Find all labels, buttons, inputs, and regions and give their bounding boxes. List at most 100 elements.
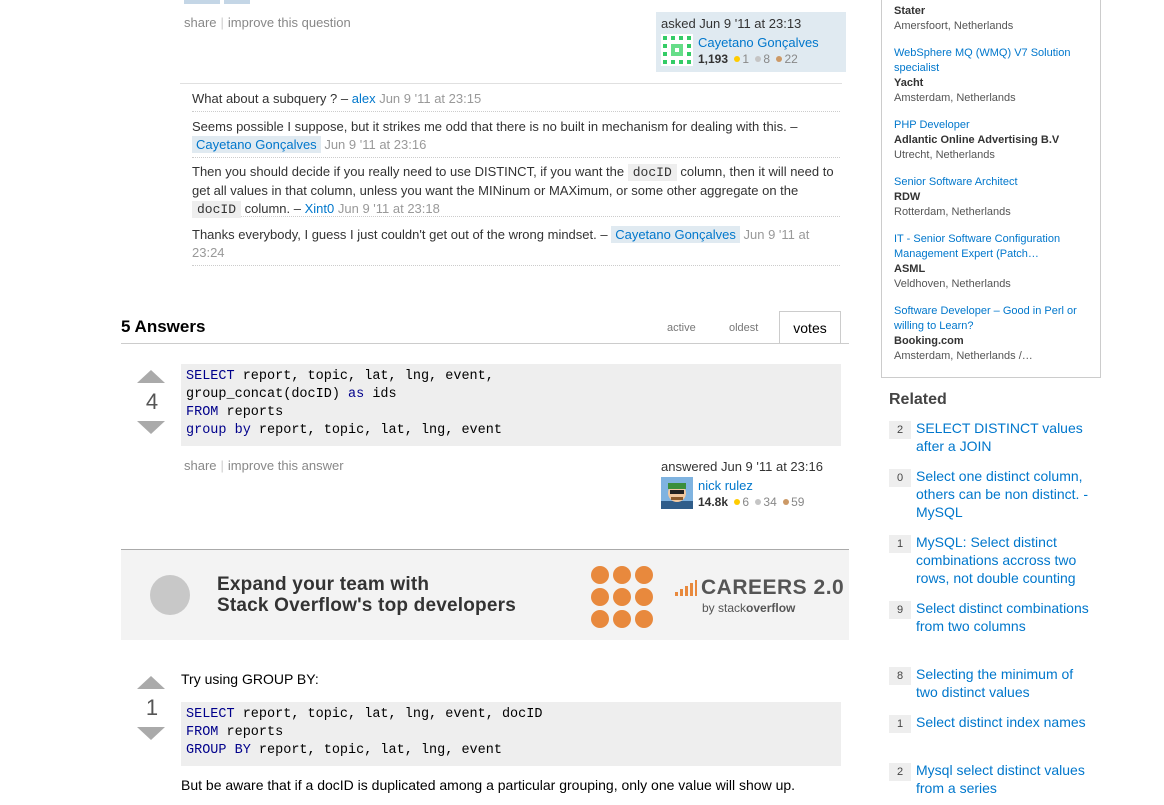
code-text: report, topic, lat, lng, event: [250, 743, 502, 758]
tab-votes[interactable]: votes: [779, 311, 841, 344]
code-line: group by report, topic, lat, lng, event: [186, 422, 836, 440]
user-avatar[interactable]: [661, 34, 693, 66]
job-location: Amsterdam, Netherlands /…: [894, 350, 1033, 362]
careers-ad-banner[interactable]: Expand your team with Stack Overflow's t…: [121, 549, 849, 640]
answer-1-post-menu: share | improve this answer: [184, 458, 344, 473]
ad-line-1: Expand your team with: [217, 574, 430, 595]
upvote-button[interactable]: [137, 676, 165, 689]
code-keyword: SELECT: [186, 369, 235, 384]
careers-brand: CAREERS 2.0: [701, 576, 845, 599]
comment-user-link[interactable]: alex: [352, 91, 376, 106]
job-listing[interactable]: Senior Software Architect RDW Rotterdam,…: [894, 175, 1090, 220]
tab-oldest[interactable]: oldest: [729, 322, 758, 334]
related-link[interactable]: Selecting the minimum of two distinct va…: [916, 665, 1096, 701]
jobs-box: Stater Amersfoort, Netherlands WebSphere…: [881, 0, 1101, 378]
related-score: 2: [889, 421, 911, 439]
comment-text: What about a subquery ? –: [192, 91, 352, 106]
menu-separator: |: [220, 458, 224, 473]
related-link[interactable]: Select distinct combinations from two co…: [916, 599, 1096, 635]
downvote-button[interactable]: [137, 727, 165, 740]
job-listing[interactable]: Software Developer – Good in Perl or wil…: [894, 304, 1090, 364]
job-company: Adlantic Online Advertising B.V: [894, 134, 1060, 146]
user-reputation: 14.8k 6 34 59: [698, 495, 804, 509]
job-company: Booking.com: [894, 335, 964, 347]
code-line: group_concat(docID) as ids: [186, 386, 836, 404]
careers-sub: by stackoverflow: [702, 601, 796, 615]
comment-item: Thanks everybody, I guess I just couldn'…: [192, 226, 840, 266]
top-edge-buttons: [184, 0, 250, 4]
answer-1-vote-cell: 4: [136, 370, 168, 440]
job-listing[interactable]: PHP Developer Adlantic Online Advertisin…: [894, 118, 1090, 163]
user-name-link[interactable]: nick rulez: [698, 478, 753, 493]
job-title-link[interactable]: Software Developer – Good in Perl or wil…: [894, 304, 1090, 334]
downvote-button[interactable]: [137, 421, 165, 434]
comment-date: Jun 9 '11 at 23:18: [337, 201, 440, 216]
question-comments: What about a subquery ? – alex Jun 9 '11…: [180, 83, 842, 268]
inline-code: docID: [192, 201, 242, 218]
job-location: Veldhoven, Netherlands: [894, 278, 1011, 290]
related-score: 9: [889, 601, 911, 619]
inline-code: docID: [627, 164, 677, 181]
code-text: ids: [364, 387, 397, 402]
related-link[interactable]: Select distinct index names: [916, 713, 1096, 731]
code-keyword: group by: [186, 423, 251, 438]
code-text: report, topic, lat, lng, event, docID: [234, 707, 543, 722]
share-link[interactable]: share: [184, 458, 217, 473]
tab-active[interactable]: active: [667, 322, 696, 334]
answer-2-vote-cell: 1: [136, 676, 168, 746]
code-line: SELECT report, topic, lat, lng, event,: [186, 368, 836, 386]
rep-score: 1,193: [698, 52, 729, 66]
answer-2-outro: But be aware that if a docID is duplicat…: [181, 777, 796, 793]
question-owner-signature: asked Jun 9 '11 at 23:13 Cayetano Gonçal…: [656, 12, 846, 72]
job-location: Utrecht, Netherlands: [894, 149, 995, 161]
related-link[interactable]: MySQL: Select distinct combinations accr…: [916, 533, 1096, 587]
job-title-link[interactable]: WebSphere MQ (WMQ) V7 Solution specialis…: [894, 46, 1090, 76]
tag-remnant: [224, 0, 250, 4]
ad-headline: Expand your team with Stack Overflow's t…: [217, 574, 516, 616]
related-link[interactable]: SELECT DISTINCT values after a JOIN: [916, 419, 1096, 455]
comment-user-link[interactable]: Xint0: [305, 201, 335, 216]
job-title-link[interactable]: IT - Senior Software Configuration Manag…: [894, 232, 1090, 262]
improve-question-link[interactable]: improve this question: [228, 15, 351, 30]
code-line: FROM reports: [186, 404, 836, 422]
upvote-button[interactable]: [137, 370, 165, 383]
comment-date: Jun 9 '11 at 23:15: [379, 91, 482, 106]
improve-answer-link[interactable]: improve this answer: [228, 458, 344, 473]
code-keyword: as: [348, 387, 365, 402]
code-line: FROM reports: [186, 724, 836, 742]
ad-dots-graphic: [591, 566, 655, 630]
comment-user-link[interactable]: Cayetano Gonçalves: [611, 226, 740, 243]
comment-item: What about a subquery ? – alex Jun 9 '11…: [192, 90, 840, 112]
job-title-link[interactable]: PHP Developer: [894, 118, 1090, 133]
job-location: Rotterdam, Netherlands: [894, 206, 1011, 218]
answers-count: 5 Answers: [121, 317, 206, 336]
job-title-link[interactable]: Senior Software Architect: [894, 175, 1090, 190]
user-name-link[interactable]: Cayetano Gonçalves: [698, 35, 819, 50]
comment-text: Thanks everybody, I guess I just couldn'…: [192, 227, 612, 242]
vote-count: 4: [145, 389, 159, 414]
share-link[interactable]: share: [184, 15, 217, 30]
job-listing[interactable]: IT - Senior Software Configuration Manag…: [894, 232, 1090, 292]
answered-label: answered Jun 9 '11 at 23:16: [661, 459, 823, 474]
code-line: SELECT report, topic, lat, lng, event, d…: [186, 706, 836, 724]
related-link[interactable]: Select one distinct column, others can b…: [916, 467, 1096, 521]
comment-user-link[interactable]: Cayetano Gonçalves: [192, 136, 321, 153]
comment-text: Then you should decide if you really nee…: [192, 164, 628, 179]
comment-text: Seems possible I suppose, but it strikes…: [192, 119, 798, 134]
job-listing[interactable]: WebSphere MQ (WMQ) V7 Solution specialis…: [894, 46, 1090, 106]
code-keyword: FROM: [186, 405, 219, 420]
related-score: 1: [889, 715, 911, 733]
answer-1-signature: answered Jun 9 '11 at 23:16 nick rulez 1…: [656, 455, 846, 515]
related-score: 2: [889, 763, 911, 781]
user-avatar[interactable]: [661, 477, 693, 509]
answer-2-intro: Try using GROUP BY:: [181, 671, 319, 687]
silver-badges: 34: [752, 495, 777, 509]
job-company: ASML: [894, 263, 926, 275]
careers-logo: CAREERS 2.0 by stackoverflow: [675, 576, 845, 616]
related-score: 8: [889, 667, 911, 685]
menu-separator: |: [220, 15, 224, 30]
comment-item: Then you should decide if you really nee…: [192, 163, 840, 218]
job-company: RDW: [894, 191, 921, 203]
related-link[interactable]: Mysql select distinct values from a seri…: [916, 761, 1096, 797]
answer-1-code-block: SELECT report, topic, lat, lng, event, gr…: [181, 364, 841, 446]
